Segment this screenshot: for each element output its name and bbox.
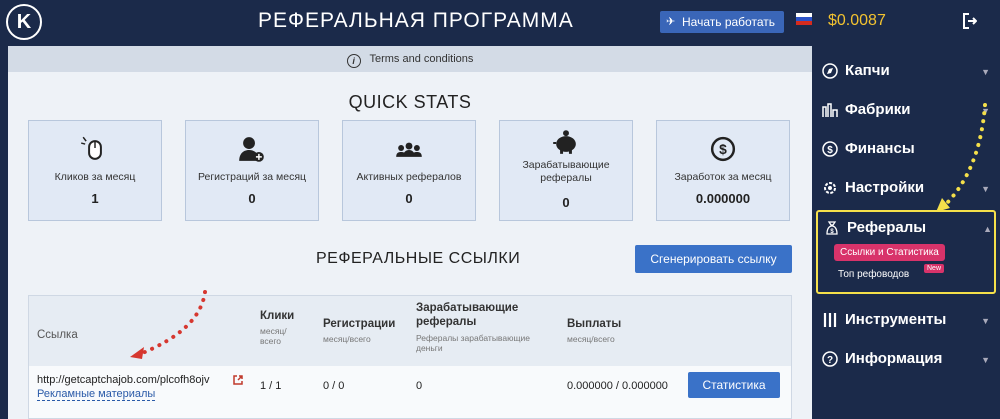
submenu-top-referrers[interactable]: Топ рефоводов bbox=[838, 269, 909, 280]
sidebar-item-tools[interactable]: Инструменты ▼ bbox=[822, 306, 992, 334]
stat-value: 0 bbox=[562, 195, 570, 210]
terms-link[interactable]: Terms and conditions bbox=[369, 53, 473, 65]
referral-link[interactable]: http://getcaptchajob.com/plcofh8ojv bbox=[37, 374, 209, 386]
stat-value: 0 bbox=[405, 191, 413, 206]
compass-icon bbox=[822, 63, 838, 79]
sidebar-item-label: Инструменты bbox=[845, 311, 947, 328]
logout-icon[interactable] bbox=[963, 13, 977, 29]
page-title: РЕФЕРАЛЬНАЯ ПРОГРАММА bbox=[258, 9, 574, 32]
column-sub-earning-refs: Рефералы зарабатывающие деньги bbox=[416, 333, 530, 353]
dollar-circle-icon: $ bbox=[822, 141, 838, 157]
generate-link-button[interactable]: Сгенерировать ссылку bbox=[635, 245, 792, 273]
piggy-bank-icon bbox=[553, 130, 576, 154]
russian-flag-icon[interactable] bbox=[796, 13, 812, 25]
balance: $0.0087 bbox=[828, 12, 886, 29]
referral-links-title: РЕФЕРАЛЬНЫЕ ССЫЛКИ bbox=[316, 250, 521, 267]
sidebar-item-finances[interactable]: $ Финансы bbox=[822, 135, 992, 163]
chevron-up-icon: ▲ bbox=[983, 224, 992, 234]
column-header-link: Ссылка bbox=[37, 329, 78, 341]
chevron-down-icon: ▼ bbox=[981, 67, 990, 77]
sidebar-item-label: Капчи bbox=[845, 62, 890, 79]
chevron-down-icon: ▼ bbox=[981, 355, 990, 365]
stat-label: Заработок за месяц bbox=[674, 171, 772, 183]
stat-label: Регистраций за месяц bbox=[197, 171, 307, 183]
users-group-icon bbox=[396, 142, 422, 157]
user-add-icon bbox=[239, 137, 264, 162]
tools-icon bbox=[823, 313, 837, 327]
start-work-button[interactable]: ✈ Начать работать bbox=[660, 11, 784, 33]
chevron-down-icon: ▼ bbox=[981, 184, 990, 194]
chevron-down-icon: ▼ bbox=[981, 316, 990, 326]
column-header-clicks: Клики bbox=[260, 310, 295, 322]
mouse-click-icon bbox=[81, 136, 102, 160]
runner-icon: ✈ bbox=[666, 16, 676, 28]
external-link-icon[interactable] bbox=[233, 375, 243, 385]
factory-icon bbox=[822, 103, 838, 117]
question-icon: ? bbox=[822, 351, 838, 367]
svg-text:$: $ bbox=[719, 142, 727, 157]
svg-text:$: $ bbox=[827, 145, 833, 156]
sidebar-item-captchas[interactable]: Капчи ▼ bbox=[822, 57, 992, 85]
money-bag-icon: $ bbox=[826, 221, 838, 235]
submenu-links-and-stats[interactable]: Ссылки и Статистика bbox=[834, 244, 945, 261]
sidebar-item-label: Фабрики bbox=[845, 101, 911, 118]
sidebar-item-settings[interactable]: Настройки ▼ bbox=[822, 174, 992, 202]
referral-links-table: Ссылка Клики месяц/всего Регистрации мес… bbox=[28, 295, 792, 419]
logo[interactable]: K bbox=[6, 4, 42, 40]
column-sub-payouts: месяц/всего bbox=[567, 334, 615, 344]
svg-text:?: ? bbox=[827, 355, 833, 366]
stat-card-registrations: Регистраций за месяц 0 bbox=[185, 120, 319, 221]
sidebar-item-referrals[interactable]: $ Рефералы ▲ bbox=[824, 214, 994, 242]
sidebar-item-label: Информация bbox=[845, 350, 943, 367]
table-row: http://getcaptchajob.com/plcofh8ojv Рекл… bbox=[29, 366, 791, 418]
sidebar-item-factories[interactable]: Фабрики ▼ bbox=[822, 96, 992, 124]
column-header-registrations: Регистрации bbox=[323, 318, 396, 330]
column-sub-registrations: месяц/всего bbox=[323, 334, 371, 344]
stat-label: Кликов за месяц bbox=[54, 171, 136, 183]
registrations-value: 0 / 0 bbox=[323, 380, 345, 392]
sidebar-item-label: Настройки bbox=[845, 179, 925, 196]
stat-value: 0 bbox=[248, 191, 256, 206]
stat-value: 1 bbox=[91, 191, 99, 206]
column-sub-clicks: месяц/всего bbox=[260, 326, 287, 346]
chevron-down-icon: ▼ bbox=[981, 106, 990, 116]
stat-card-earning-refs: Зарабатывающие рефералы 0 bbox=[499, 120, 633, 221]
payouts-value: 0.000000 / 0.000000 bbox=[567, 380, 668, 392]
start-work-label: Начать работать bbox=[682, 15, 775, 29]
gear-icon bbox=[824, 182, 836, 194]
stat-label: Активных рефералов bbox=[356, 171, 462, 183]
info-icon: i bbox=[346, 54, 361, 68]
main-panel: i Terms and conditions QUICK STATS Клико… bbox=[8, 46, 812, 419]
stat-value: 0.000000 bbox=[695, 191, 751, 206]
column-header-payouts: Выплаты bbox=[567, 318, 622, 330]
promo-materials-link[interactable]: Рекламные материалы bbox=[37, 388, 156, 401]
clicks-value: 1 / 1 bbox=[260, 380, 282, 392]
column-header-earning-refs: Зарабатывающие рефералы bbox=[416, 302, 519, 328]
terms-bar[interactable]: i Terms and conditions bbox=[8, 46, 812, 72]
referrals-section: $ Рефералы ▲ Ссылки и Статистика Топ реф… bbox=[816, 210, 996, 294]
stat-card-active-refs: Активных рефералов 0 bbox=[342, 120, 476, 221]
stat-card-clicks: Кликов за месяц 1 bbox=[28, 120, 162, 221]
stat-label: Зарабатывающие рефералы bbox=[522, 159, 610, 184]
stat-card-earnings: $ Заработок за месяц 0.000000 bbox=[656, 120, 790, 221]
earning-refs-value: 0 bbox=[416, 380, 423, 392]
dollar-coin-icon: $ bbox=[710, 136, 736, 162]
top-header: K РЕФЕРАЛЬНАЯ ПРОГРАММА ✈ Начать работат… bbox=[0, 0, 1000, 44]
page: K РЕФЕРАЛЬНАЯ ПРОГРАММА ✈ Начать работат… bbox=[0, 0, 1000, 419]
quick-stats-title: QUICK STATS bbox=[348, 92, 472, 112]
sidebar-item-info[interactable]: ? Информация ▼ bbox=[822, 345, 992, 373]
sidebar-item-label: Рефералы bbox=[847, 219, 927, 236]
sidebar: Капчи ▼ Фабрики ▼ $ Финансы Настройки ▼ … bbox=[812, 46, 1000, 419]
new-badge: New bbox=[924, 264, 945, 273]
sidebar-item-label: Финансы bbox=[845, 140, 915, 157]
statistics-button[interactable]: Статистика bbox=[688, 372, 780, 398]
